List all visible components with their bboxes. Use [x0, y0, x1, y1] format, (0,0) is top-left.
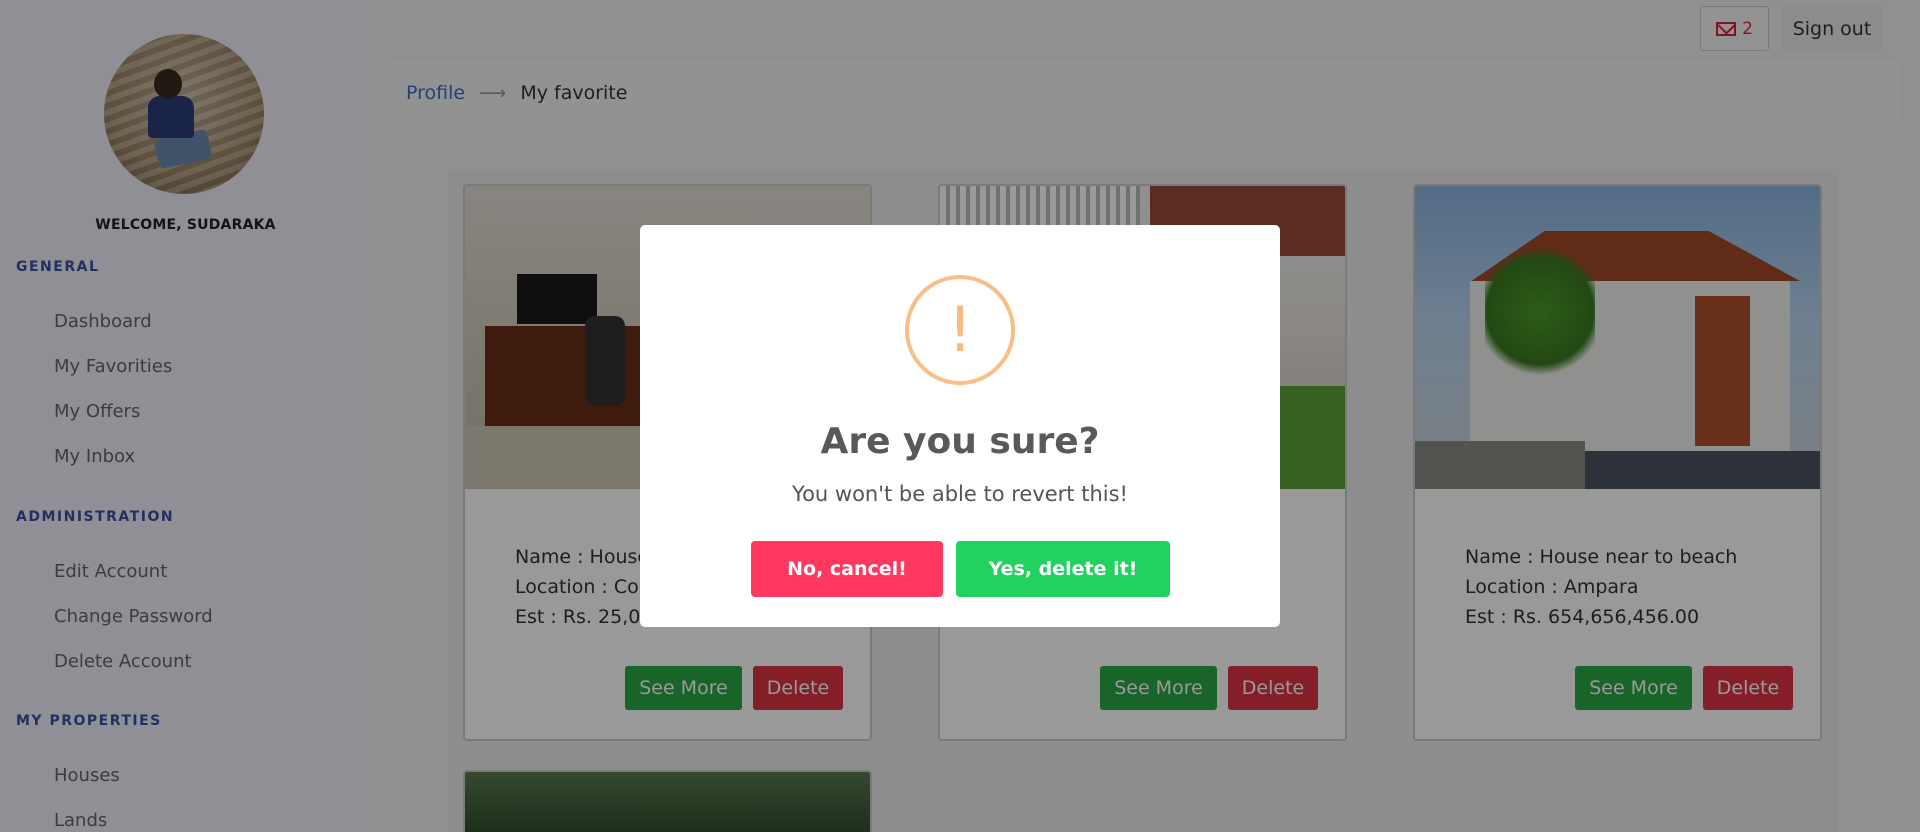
cancel-button[interactable]: No, cancel!	[751, 541, 943, 597]
dialog-title: Are you sure?	[820, 421, 1100, 462]
confirm-delete-dialog: ! Are you sure? You won't be able to rev…	[640, 225, 1280, 627]
dialog-message: You won't be able to revert this!	[792, 482, 1128, 506]
warning-icon: !	[905, 275, 1015, 385]
confirm-delete-button[interactable]: Yes, delete it!	[956, 541, 1170, 597]
